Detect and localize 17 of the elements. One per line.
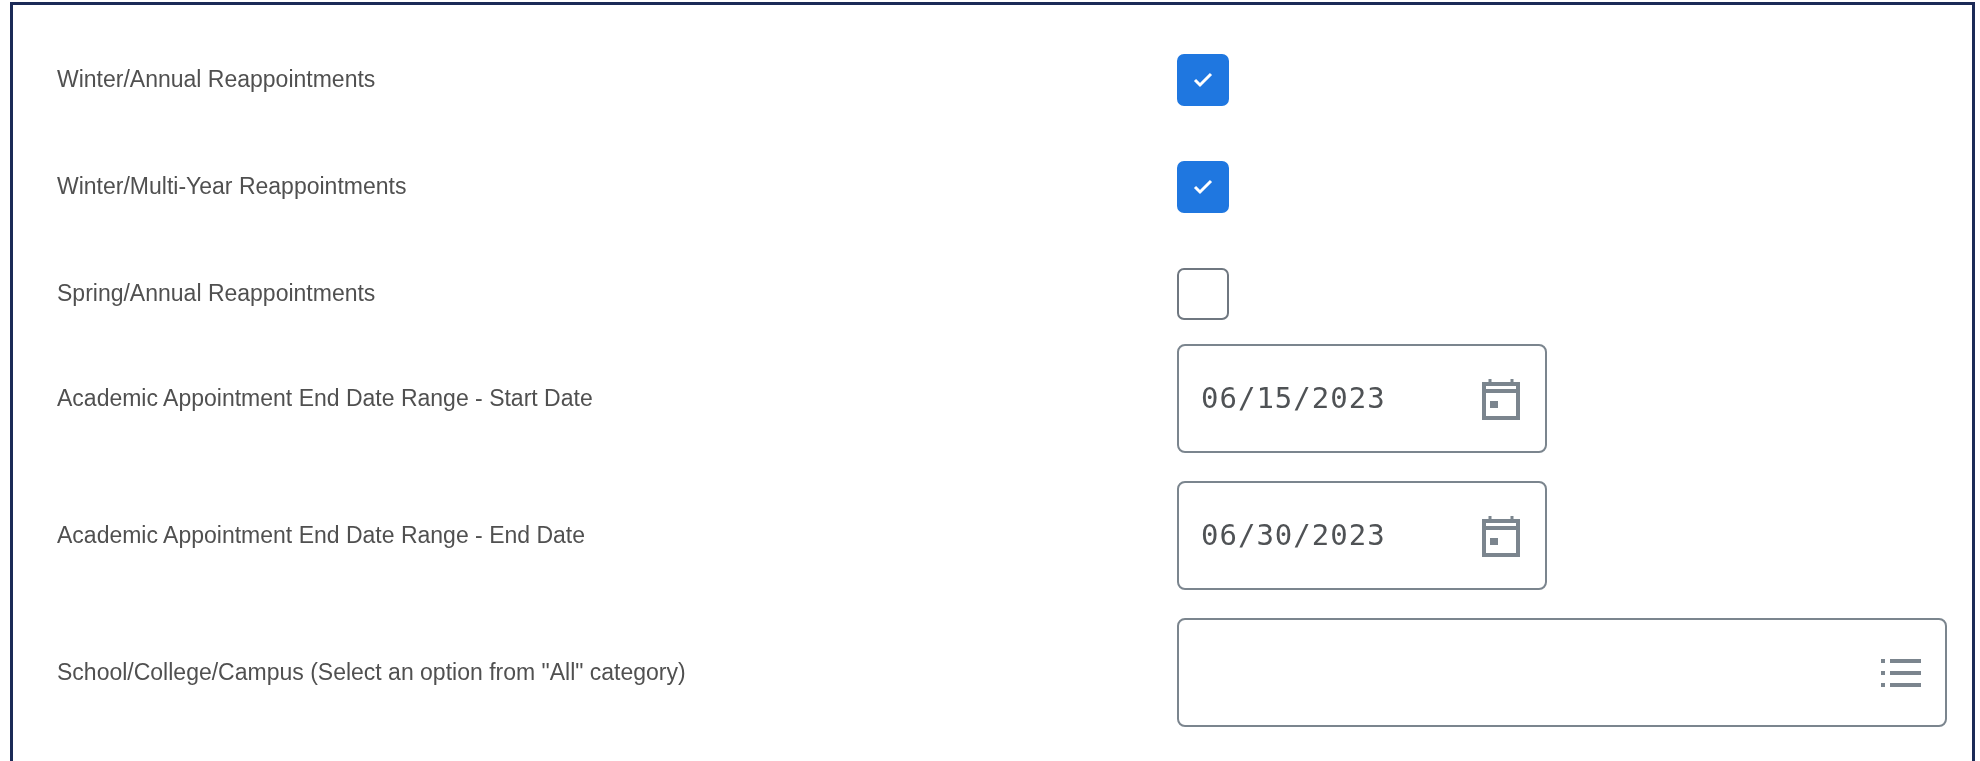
checkbox[interactable] [1177,267,1229,320]
field-label: Academic Appointment End Date Range - End Date [57,521,587,551]
checkbox[interactable] [1177,53,1229,106]
field-label: Spring/Annual Reappointments [57,279,377,309]
list-icon[interactable] [1881,657,1921,688]
field-label: Academic Appointment End Date Range - Start Date [57,384,594,414]
field-label: School/College/Campus (Select an option from "All" category) [57,658,687,688]
check-icon [1192,70,1214,89]
date-field[interactable]: 06/30/2023 [1177,481,1547,590]
field-label: Winter/Annual Reappointments [57,65,377,95]
calendar-icon[interactable] [1481,513,1521,558]
date-field[interactable]: 06/15/2023 [1177,344,1547,453]
select-field[interactable] [1177,618,1947,727]
checkbox[interactable] [1177,160,1229,213]
field-label: Winter/Multi-Year Reappointments [57,172,408,202]
check-icon [1192,177,1214,196]
calendar-icon[interactable] [1481,376,1521,421]
